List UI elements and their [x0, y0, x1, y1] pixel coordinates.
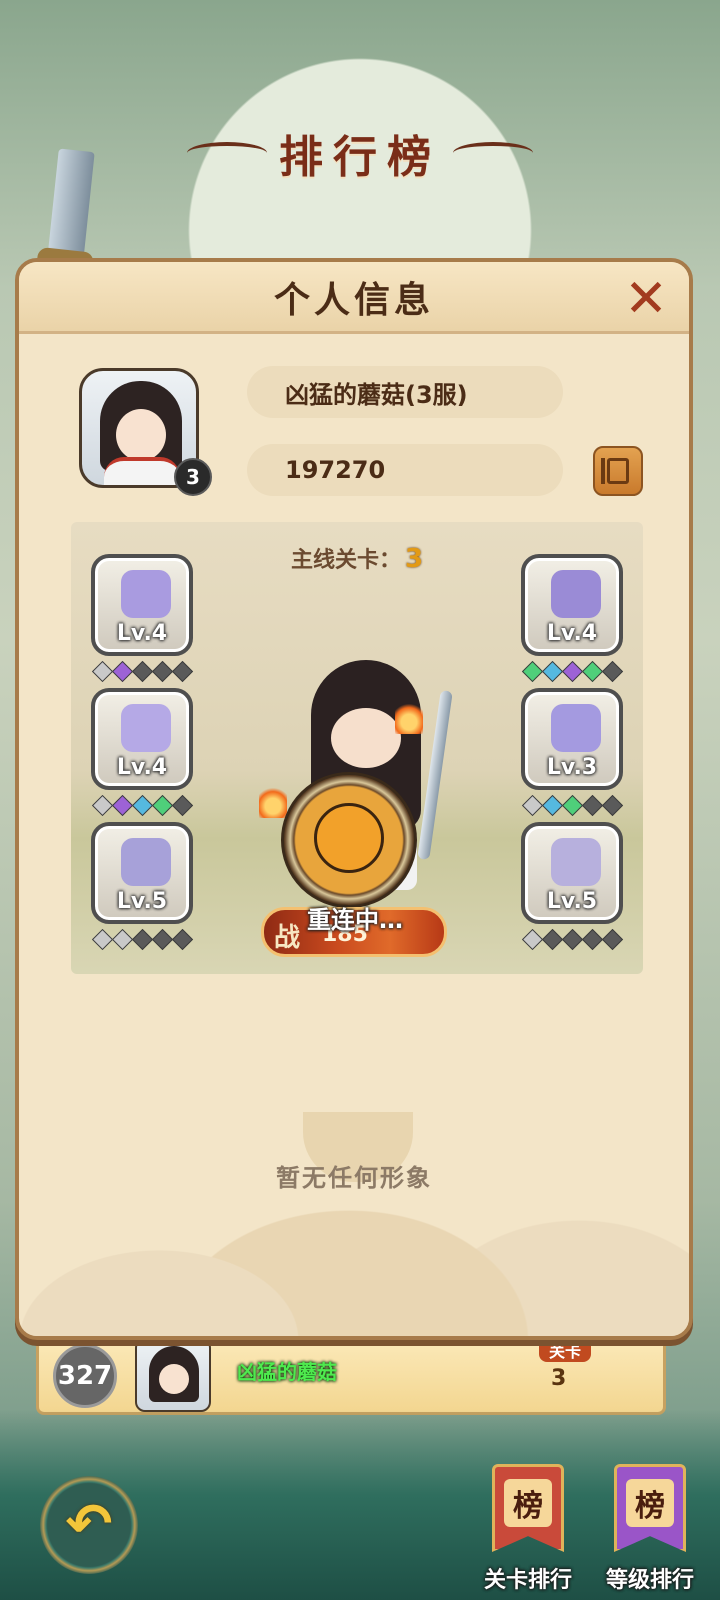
- panel-title: 个人信息: [273, 279, 434, 321]
- gem-icon: [171, 660, 194, 683]
- gem-icon: [541, 794, 564, 817]
- gem-icon: [151, 928, 174, 951]
- gem-icon: [171, 928, 194, 951]
- gem-icon: [521, 660, 544, 683]
- boots-icon: [121, 838, 171, 886]
- gem-icon: [601, 794, 624, 817]
- gem-row: [521, 794, 624, 817]
- equip-slot-armor[interactable]: Lv.4: [91, 688, 193, 790]
- robe-icon: [121, 704, 171, 752]
- flame-right-icon: [395, 700, 423, 734]
- gem-icon: [111, 928, 134, 951]
- gem-icon: [111, 660, 134, 683]
- player-power-field: 197270: [247, 444, 563, 496]
- my-rank-entry[interactable]: 327 凶猛的蘑菇 关卡 3: [36, 1335, 666, 1415]
- equip-level: Lv.5: [546, 889, 598, 914]
- title-wing-right: [453, 142, 533, 164]
- player-power: 197270: [285, 456, 386, 484]
- player-name: 凶猛的蘑菇(3服): [285, 380, 468, 409]
- gem-icon: [581, 794, 604, 817]
- necklace-icon: [551, 838, 601, 886]
- stage-rank-flag-text: 榜: [513, 1489, 543, 1524]
- equip-level: Lv.3: [546, 755, 598, 780]
- equip-level: Lv.4: [116, 621, 168, 646]
- player-level-badge: 3: [174, 458, 212, 496]
- leaderboard-title: 排行榜: [279, 132, 441, 183]
- gem-icon: [581, 660, 604, 683]
- sword-icon: [551, 570, 601, 618]
- hat-icon: [121, 570, 171, 618]
- battle-icon: 战: [273, 922, 300, 953]
- main-stage-label: 主线关卡：: [290, 548, 401, 573]
- gem-icon: [561, 928, 584, 951]
- gem-icon: [131, 928, 154, 951]
- copy-button[interactable]: [593, 446, 643, 496]
- empty-appearance-area: 暂无任何形象: [19, 1032, 689, 1336]
- gem-icon: [131, 660, 154, 683]
- copy-icon: [601, 458, 629, 484]
- rank-avatar: [135, 1338, 211, 1412]
- equip-level: Lv.5: [116, 889, 168, 914]
- equip-slot-necklace[interactable]: Lv.5: [521, 822, 623, 924]
- gem-icon: [171, 794, 194, 817]
- stage-rank-button[interactable]: 榜 关卡排行: [478, 1456, 578, 1596]
- title-wing-left: [187, 142, 267, 164]
- back-arrow-icon: ↶: [65, 1492, 113, 1557]
- rank-number: 327: [53, 1344, 117, 1408]
- equip-level: Lv.4: [546, 621, 598, 646]
- equip-slot-boots[interactable]: Lv.5: [91, 822, 193, 924]
- gem-icon: [521, 928, 544, 951]
- gem-icon: [541, 928, 564, 951]
- rank-stage-label: 关卡: [539, 1338, 592, 1362]
- stage-rank-flag-icon: 榜: [492, 1464, 564, 1552]
- gem-icon: [131, 794, 154, 817]
- reconnecting-status: 重连中…: [307, 906, 403, 934]
- panel-header: 个人信息 ✕: [19, 262, 689, 334]
- gem-icon: [151, 660, 174, 683]
- gem-icon: [521, 794, 544, 817]
- ring-icon: [551, 704, 601, 752]
- hills-decoration: [19, 1170, 689, 1336]
- equip-slot-ring[interactable]: Lv.3: [521, 688, 623, 790]
- gem-icon: [561, 794, 584, 817]
- gem-icon: [601, 660, 624, 683]
- gem-row: [521, 660, 624, 683]
- gem-icon: [111, 794, 134, 817]
- equip-level: Lv.4: [116, 755, 168, 780]
- gem-icon: [151, 794, 174, 817]
- level-rank-button[interactable]: 榜 等级排行: [600, 1456, 700, 1596]
- tiger-face-icon: [314, 803, 384, 873]
- gem-icon: [561, 660, 584, 683]
- equip-slot-helmet[interactable]: Lv.4: [91, 554, 193, 656]
- equip-slot-weapon[interactable]: Lv.4: [521, 554, 623, 656]
- flame-left-icon: [259, 784, 287, 818]
- stage-rank-label: 关卡排行: [483, 1568, 572, 1593]
- leaderboard-title-banner: 排行榜: [175, 118, 545, 188]
- gem-icon: [91, 660, 114, 683]
- gem-row: [521, 928, 624, 951]
- close-x-icon: ✕: [624, 269, 668, 329]
- main-stage-value: 3: [404, 544, 424, 574]
- gem-icon: [91, 794, 114, 817]
- back-button[interactable]: ↶: [40, 1476, 138, 1574]
- rank-stage-value: 3: [551, 1366, 567, 1391]
- rank-player-name: 凶猛的蘑菇: [237, 1360, 337, 1384]
- gem-icon: [541, 660, 564, 683]
- gem-icon: [601, 928, 624, 951]
- level-rank-flag-icon: 榜: [614, 1464, 686, 1552]
- level-rank-label: 等级排行: [605, 1568, 694, 1593]
- gem-icon: [581, 928, 604, 951]
- tiger-emblem: [281, 772, 417, 908]
- gem-row: [91, 660, 194, 683]
- profile-panel: 个人信息 ✕ 3 凶猛的蘑菇(3服) 197270 主线关卡： 3 战 185 …: [15, 258, 693, 1340]
- level-rank-flag-text: 榜: [635, 1489, 665, 1524]
- character-scene: 主线关卡： 3 战 185 重连中… Lv.4 Lv.4 Lv.5 Lv.4 Lv.3 Lv…: [71, 522, 643, 974]
- empty-state-text: 暂无任何形象: [276, 1164, 432, 1192]
- gem-icon: [91, 928, 114, 951]
- gem-row: [91, 928, 194, 951]
- gem-row: [91, 794, 194, 817]
- player-name-field: 凶猛的蘑菇(3服): [247, 366, 563, 418]
- close-button[interactable]: ✕: [621, 269, 671, 329]
